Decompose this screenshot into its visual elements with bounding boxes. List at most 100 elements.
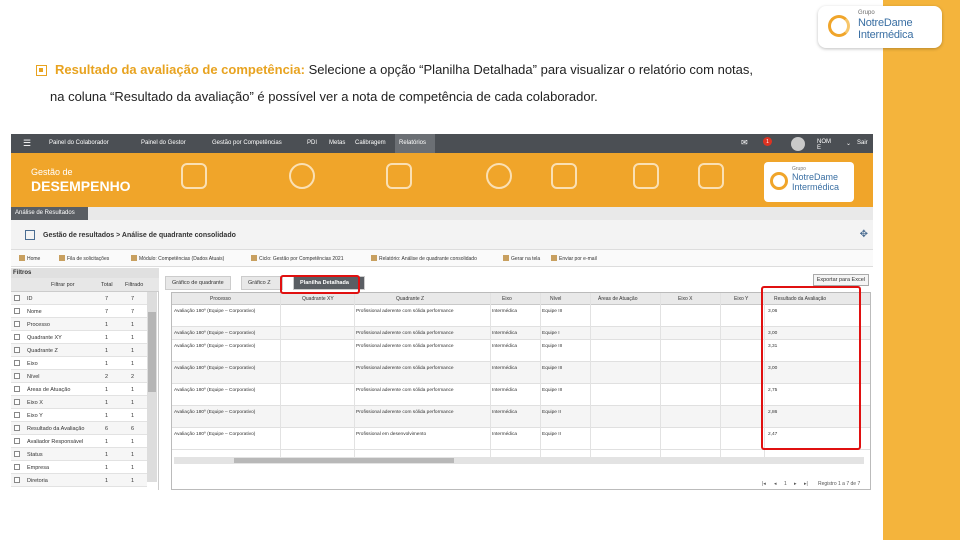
brand-small: Grupo (858, 10, 875, 16)
toolbar-ciclo[interactable]: Ciclo: Gestão por Competências 2021 (251, 255, 344, 262)
avatar[interactable] (791, 137, 805, 151)
filter-name: Eixo X (27, 400, 43, 406)
filter-checkbox[interactable] (14, 373, 20, 379)
nav-metas[interactable]: Metas (329, 140, 345, 146)
col-eixo[interactable]: Eixo (502, 296, 512, 302)
col-processo[interactable]: Processo (210, 296, 231, 302)
filter-checkbox[interactable] (14, 438, 20, 444)
filter-checkbox[interactable] (14, 334, 20, 340)
filter-row[interactable]: Diretoria 1 1 (11, 474, 147, 487)
filter-row[interactable]: Empresa 1 1 (11, 461, 147, 474)
tab-grafico-z[interactable]: Gráfico Z (241, 276, 283, 290)
col-nivel[interactable]: Nível (550, 296, 561, 302)
brand-logo: Grupo NotreDame Intermédica (818, 6, 942, 48)
toolbar-relatorio[interactable]: Relatório: Análise de quadrante consolid… (371, 255, 477, 262)
cell-quadrante-z: Profissional aderente com sólida perform… (356, 388, 454, 393)
cell-eixo: Intermédica (492, 410, 518, 415)
nav-pdi[interactable]: PDI (307, 140, 317, 146)
filter-checkbox[interactable] (14, 425, 20, 431)
chat-icon[interactable]: ✉ (741, 138, 748, 147)
hero-logo-line2: Intermédica (792, 182, 840, 192)
grid-separator (280, 293, 281, 461)
nav-relatorios[interactable]: Relatórios (399, 140, 426, 146)
hero-line1: Gestão de (31, 167, 73, 177)
cell-nivel: Equipe III (542, 388, 563, 393)
filter-row[interactable]: Eixo 1 1 (11, 357, 147, 370)
pager-last-icon[interactable]: ▸| (804, 481, 808, 487)
col-quadrante-z[interactable]: Quadrante Z (396, 296, 424, 302)
toolbar-home[interactable]: Home (19, 255, 40, 262)
filter-checkbox[interactable] (14, 412, 20, 418)
filter-row[interactable]: Quadrante XY 1 1 (11, 331, 147, 344)
filter-total: 1 (105, 452, 109, 458)
col-eixo-x[interactable]: Eixo X (678, 296, 692, 302)
grid-hscrollbar[interactable] (174, 457, 864, 464)
team-icon (698, 163, 724, 189)
filter-name: Processo (27, 322, 50, 328)
tab-analise-resultados[interactable]: Análise de Resultados (11, 207, 88, 220)
cell-eixo: Intermédica (492, 432, 518, 437)
filter-checkbox[interactable] (14, 451, 20, 457)
filter-checkbox[interactable] (14, 295, 20, 301)
col-eixo-y[interactable]: Eixo Y (734, 296, 748, 302)
filter-row[interactable]: Resultado da Avaliação 6 6 (11, 422, 147, 435)
toolbar-enviar[interactable]: Enviar por e-mail (551, 255, 597, 262)
nav-painel-gestor[interactable]: Painel do Gestor (141, 140, 186, 146)
export-excel-button[interactable]: Exportar para Excel (812, 274, 869, 286)
filter-name: ID (27, 296, 33, 302)
filter-row[interactable]: Eixo X 1 1 (11, 396, 147, 409)
filters-scrollbar[interactable] (147, 292, 157, 482)
col-areas[interactable]: Áreas de Atuação (598, 296, 637, 302)
filter-row[interactable]: Eixo Y 1 1 (11, 409, 147, 422)
filter-row[interactable]: Nome 7 7 (11, 305, 147, 318)
tab-grafico-quadrante[interactable]: Gráfico de quadrante (165, 276, 231, 290)
exit-link[interactable]: Sair (857, 140, 868, 146)
instruction-text-1: Selecione a opção “Planilha Detalhada” p… (304, 62, 754, 77)
menu-icon[interactable]: ☰ (23, 138, 31, 149)
filter-checkbox[interactable] (14, 347, 20, 353)
filter-checkbox[interactable] (14, 360, 20, 366)
toolbar-modulo[interactable]: Módulo: Competências (Dados Atuais) (131, 255, 224, 262)
filter-checkbox[interactable] (14, 386, 20, 392)
cell-eixo: Intermédica (492, 366, 518, 371)
col-quadrante-xy[interactable]: Quadrante XY (302, 296, 334, 302)
user-name[interactable]: NOM E (817, 139, 831, 151)
pager-page[interactable]: 1 (784, 481, 787, 487)
pager-prev-icon[interactable]: ◂ (774, 481, 777, 487)
filters-panel: Filtros Filtrar por Total Filtrado ID 7 7 N… (11, 268, 159, 490)
filter-checkbox[interactable] (14, 399, 20, 405)
filter-total: 1 (105, 335, 109, 341)
filter-row[interactable]: Avaliador Responsável 1 1 (11, 435, 147, 448)
filters-scroll-thumb[interactable] (148, 312, 156, 392)
filter-filtered: 1 (131, 348, 135, 354)
filter-checkbox[interactable] (14, 477, 20, 483)
filter-total: 1 (105, 348, 109, 354)
toolbar-gerar[interactable]: Gerar na tela (503, 255, 540, 262)
nav-calibragem[interactable]: Calibragem (355, 140, 386, 146)
toolbar: Home Fila de solicitações Módulo: Compet… (11, 250, 873, 267)
filter-checkbox[interactable] (14, 308, 20, 314)
pager-first-icon[interactable]: |◂ (762, 481, 766, 487)
filter-row[interactable]: ID 7 7 (11, 292, 147, 305)
cell-quadrante-z: Profissional aderente com sólida perform… (356, 331, 454, 336)
cell-processo: Avaliação 180º (Equipe – Corporativo) (174, 366, 256, 371)
cell-eixo: Intermédica (492, 331, 518, 336)
nav-painel-colaborador[interactable]: Painel do Colaborador (49, 140, 109, 146)
pager-next-icon[interactable]: ▸ (794, 481, 797, 487)
filter-row[interactable]: Status 1 1 (11, 448, 147, 461)
nav-gestao-competencias[interactable]: Gestão por Competências (212, 140, 282, 146)
grid-hscroll-thumb[interactable] (234, 458, 454, 463)
filter-checkbox[interactable] (14, 464, 20, 470)
toolbar-fila[interactable]: Fila de solicitações (59, 255, 109, 262)
report-icon (633, 163, 659, 189)
filter-checkbox[interactable] (14, 321, 20, 327)
filter-filtered: 1 (131, 335, 135, 341)
chevron-down-icon[interactable]: ⌄ (846, 140, 851, 147)
filter-row[interactable]: Nível 2 2 (11, 370, 147, 383)
filter-row[interactable]: Quadrante Z 1 1 (11, 344, 147, 357)
move-icon[interactable]: ✥ (860, 229, 868, 240)
filter-row[interactable]: Processo 1 1 (11, 318, 147, 331)
brand-line1: NotreDame (858, 17, 913, 29)
filter-name: Diretoria (27, 478, 48, 484)
filter-row[interactable]: Áreas de Atuação 1 1 (11, 383, 147, 396)
